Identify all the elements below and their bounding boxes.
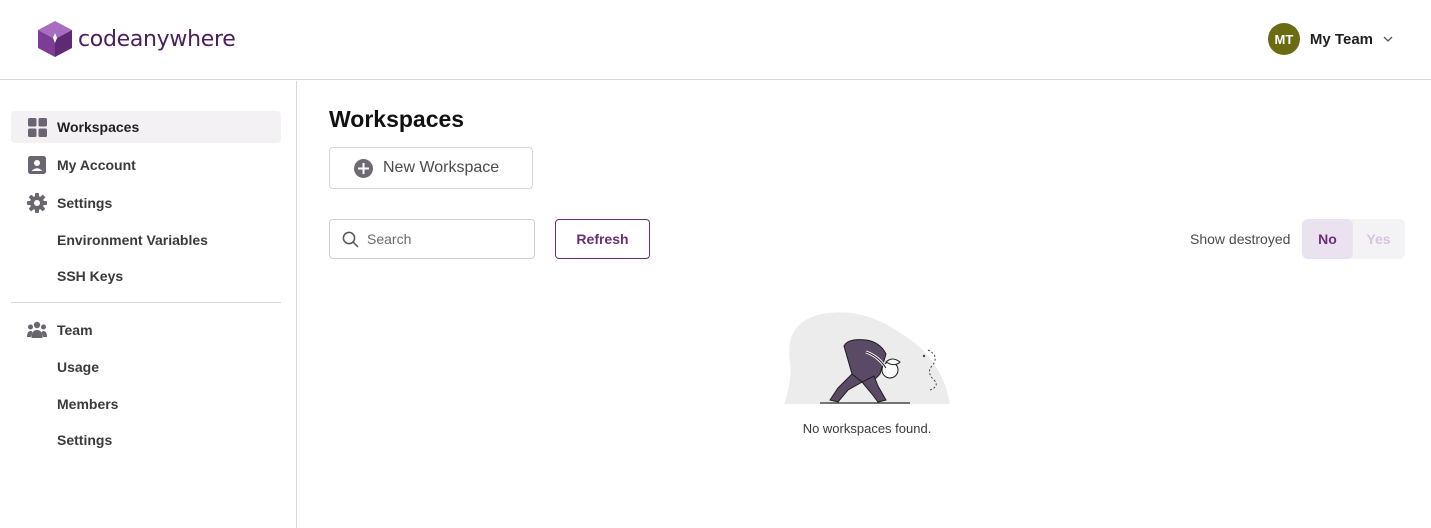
plus-circle-icon: [354, 158, 373, 178]
show-destroyed-label: Show destroyed: [1190, 231, 1291, 247]
sidebar-item-label: Workspaces: [57, 119, 140, 135]
logo[interactable]: codeanywhere: [36, 20, 236, 58]
sidebar-item-members[interactable]: Members: [57, 396, 118, 412]
page-title: Workspaces: [329, 106, 465, 132]
sidebar-item-my-account[interactable]: My Account: [11, 149, 281, 181]
sidebar-item-label: Settings: [57, 195, 113, 211]
empty-state-message: No workspaces found.: [802, 421, 932, 436]
refresh-button[interactable]: Refresh: [555, 219, 650, 259]
sidebar-divider: [11, 302, 281, 303]
toggle-no-option[interactable]: No: [1302, 219, 1353, 259]
chevron-down-icon: [1383, 36, 1393, 42]
sidebar-item-label: My Account: [57, 157, 136, 173]
avatar: MT: [1267, 23, 1300, 55]
sidebar-item-environment-variables[interactable]: Environment Variables: [57, 232, 208, 248]
search-input[interactable]: [367, 231, 517, 247]
user-card-icon: [27, 155, 47, 175]
team-icon: [27, 320, 47, 340]
team-name: My Team: [1309, 30, 1373, 48]
sidebar-item-workspaces[interactable]: Workspaces: [11, 111, 281, 143]
sidebar-item-team[interactable]: Team: [11, 314, 281, 346]
new-workspace-button[interactable]: New Workspace: [329, 147, 533, 189]
new-workspace-label: New Workspace: [383, 159, 500, 176]
show-destroyed-toggle: No Yes: [1302, 219, 1405, 259]
sidebar-item-team-settings[interactable]: Settings: [57, 432, 112, 448]
grid-icon: [27, 117, 47, 137]
search-icon: [342, 231, 359, 248]
team-menu[interactable]: MT My Team: [1267, 23, 1393, 55]
top-header: codeanywhere MT My Team: [0, 0, 1431, 80]
sidebar-item-usage[interactable]: Usage: [57, 359, 99, 375]
sidebar-item-settings[interactable]: Settings: [11, 187, 281, 219]
logo-text: codeanywhere: [78, 26, 236, 52]
toggle-yes-option[interactable]: Yes: [1353, 219, 1404, 259]
codeanywhere-logo-icon: [38, 21, 72, 57]
sidebar-item-label: Team: [57, 322, 93, 338]
empty-state-illustration: [784, 312, 950, 404]
search-box[interactable]: [329, 219, 535, 259]
sidebar-item-ssh-keys[interactable]: SSH Keys: [57, 268, 123, 284]
gear-icon: [27, 193, 47, 213]
